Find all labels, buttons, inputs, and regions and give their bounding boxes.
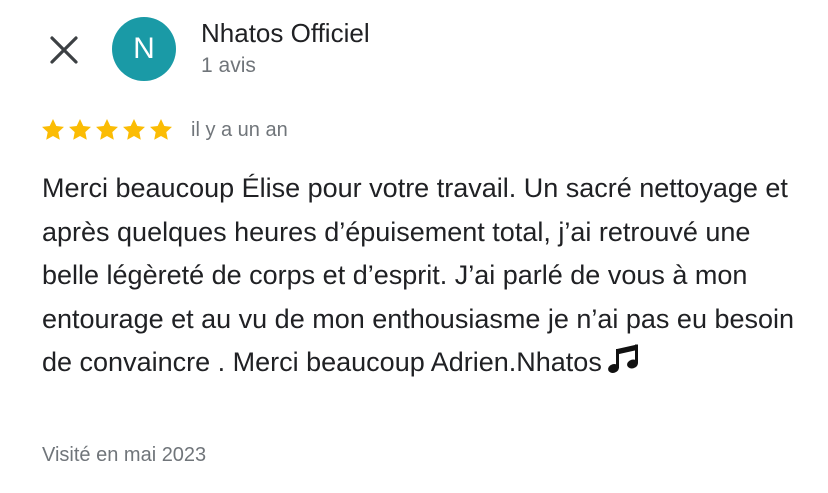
star-rating <box>40 117 174 143</box>
close-button[interactable] <box>44 30 84 70</box>
star-icon <box>67 117 93 143</box>
author-name[interactable]: Nhatos Officiel <box>201 18 370 49</box>
review-body: Merci beaucoup Élise pour votre travail.… <box>42 173 795 377</box>
music-notes-icon <box>606 343 644 389</box>
star-icon <box>148 117 174 143</box>
rating-row: il y a un an <box>40 116 288 144</box>
review-text: Merci beaucoup Élise pour votre travail.… <box>42 167 802 389</box>
avatar-letter: N <box>133 32 155 65</box>
star-icon <box>121 117 147 143</box>
close-icon <box>50 36 78 64</box>
review-time-ago: il y a un an <box>191 118 288 141</box>
author-review-count: 1 avis <box>201 54 256 77</box>
avatar[interactable]: N <box>112 17 176 81</box>
star-icon <box>94 117 120 143</box>
visited-date: Visité en mai 2023 <box>42 444 207 466</box>
star-icon <box>40 117 66 143</box>
